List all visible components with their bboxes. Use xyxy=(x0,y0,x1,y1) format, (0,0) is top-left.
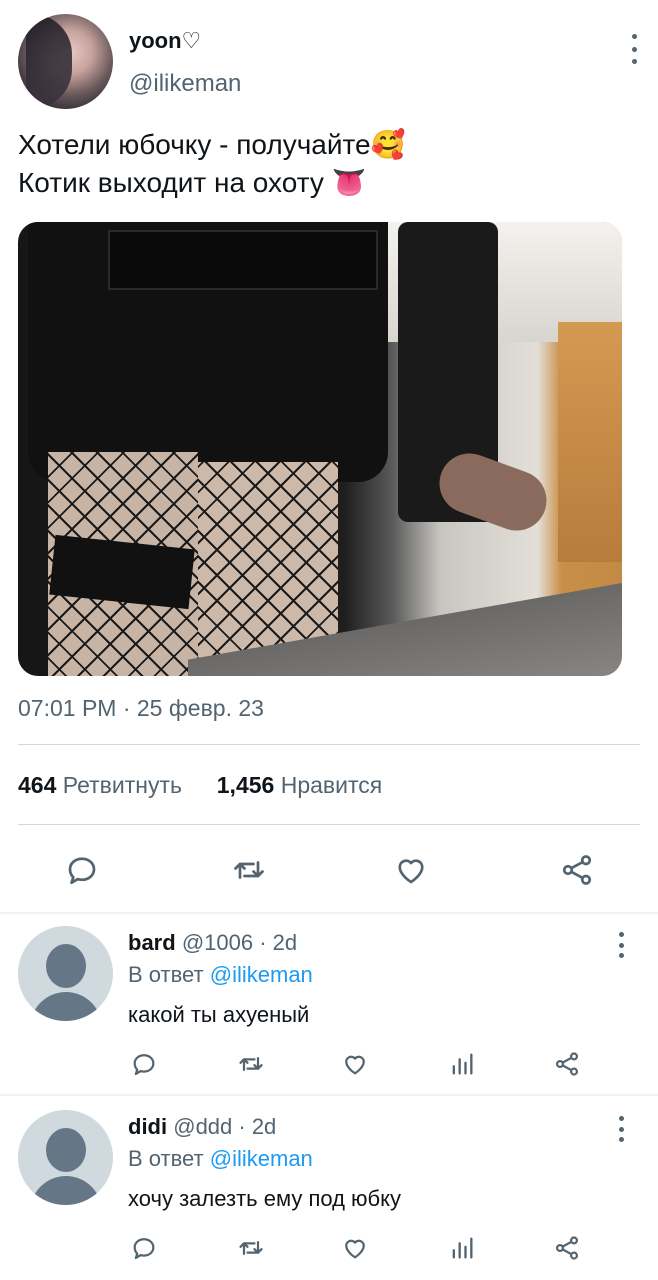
reply-tweet[interactable]: bard @1006 · 2d В ответ @ilikeman какой … xyxy=(0,926,658,1092)
reply-author-meta: @1006 · 2d xyxy=(181,930,298,955)
more-icon[interactable] xyxy=(628,34,640,64)
tweet-stats: 464 Ретвитнуть 1,456 Нравится xyxy=(18,772,382,799)
replying-to: В ответ @ilikeman xyxy=(128,1146,313,1172)
likes-count: 1,456 xyxy=(216,772,275,798)
reply-actions xyxy=(0,1050,658,1082)
reply-author-line: bard @1006 · 2d xyxy=(128,930,297,956)
replying-to-prefix: В ответ xyxy=(128,1146,204,1171)
like-icon[interactable] xyxy=(340,1050,370,1078)
replying-to-mention[interactable]: @ilikeman xyxy=(210,1146,313,1171)
avatar[interactable] xyxy=(18,926,113,1021)
tweet-detail-page: yoon♡ @ilikeman Хотели юбочку - получайт… xyxy=(0,0,658,1280)
tweet-text-line-1: Хотели юбочку - получайте🥰 xyxy=(18,129,406,160)
tweet-timestamp[interactable]: 07:01 PM · 25 февр. 23 xyxy=(18,695,264,722)
tweet-actions xyxy=(18,846,640,896)
reply-author-meta: @ddd · 2d xyxy=(173,1114,277,1139)
reply-text: какой ты ахуеный xyxy=(128,1002,310,1027)
tweet-text-line-2: Котик выходит на охоту 👅 xyxy=(18,167,367,198)
divider xyxy=(18,744,640,745)
retweet-icon[interactable] xyxy=(236,1234,266,1262)
reply-icon[interactable] xyxy=(64,852,100,888)
reply-author-name[interactable]: bard xyxy=(128,930,176,955)
tweet-text: Хотели юбочку - получайте🥰 Котик выходит… xyxy=(18,126,638,202)
reply-author-name[interactable]: didi xyxy=(128,1114,167,1139)
analytics-icon[interactable] xyxy=(448,1234,476,1262)
retweets-count: 464 xyxy=(18,772,57,798)
author-avatar[interactable] xyxy=(18,14,113,109)
section-divider xyxy=(0,912,658,914)
retweet-icon[interactable] xyxy=(230,852,268,888)
tweet-photo[interactable] xyxy=(18,222,622,676)
more-icon[interactable] xyxy=(616,1116,626,1142)
section-divider xyxy=(0,1094,658,1096)
reply-text: хочу залезть ему под юбку xyxy=(128,1186,402,1211)
more-icon[interactable] xyxy=(616,932,626,958)
reply-tweet[interactable]: didi @ddd · 2d В ответ @ilikeman хочу за… xyxy=(0,1110,658,1276)
like-icon[interactable] xyxy=(340,1234,370,1262)
divider xyxy=(18,824,640,825)
reply-actions xyxy=(0,1234,658,1266)
share-icon[interactable] xyxy=(552,1050,582,1078)
retweets-label: Ретвитнуть xyxy=(62,772,182,798)
avatar[interactable] xyxy=(18,1110,113,1205)
replying-to-mention[interactable]: @ilikeman xyxy=(210,962,313,987)
retweet-icon[interactable] xyxy=(236,1050,266,1078)
replying-to-prefix: В ответ xyxy=(128,962,204,987)
reply-icon[interactable] xyxy=(130,1050,158,1078)
share-icon[interactable] xyxy=(552,1234,582,1262)
reply-author-line: didi @ddd · 2d xyxy=(128,1114,276,1140)
tweet-header: yoon♡ @ilikeman xyxy=(18,14,640,110)
analytics-icon[interactable] xyxy=(448,1050,476,1078)
author-handle[interactable]: @ilikeman xyxy=(129,70,241,98)
like-icon[interactable] xyxy=(392,852,430,888)
reply-icon[interactable] xyxy=(130,1234,158,1262)
author-display-name[interactable]: yoon♡ xyxy=(129,28,201,54)
likes-stat[interactable]: 1,456 Нравится xyxy=(217,772,382,798)
likes-label: Нравится xyxy=(280,772,383,798)
replying-to: В ответ @ilikeman xyxy=(128,962,313,988)
share-icon[interactable] xyxy=(558,852,596,888)
retweets-stat[interactable]: 464 Ретвитнуть xyxy=(18,772,182,798)
